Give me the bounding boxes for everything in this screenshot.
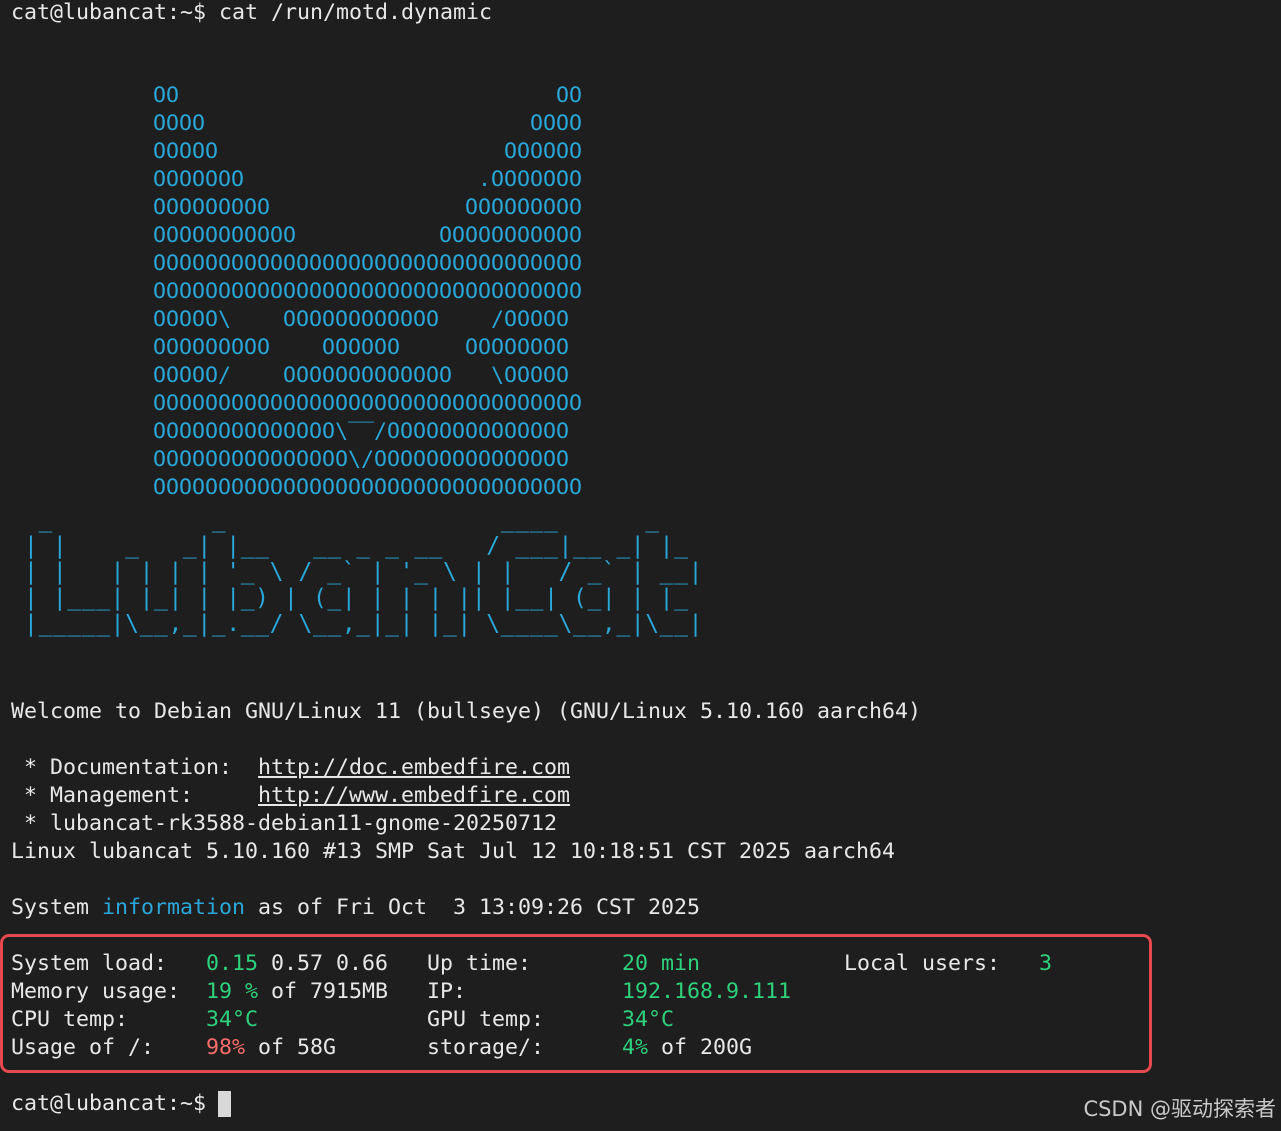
memory-usage-label: Memory usage: (11, 979, 181, 1004)
documentation-label: * Documentation: (11, 755, 259, 780)
sysinfo-header-highlight: information (102, 895, 246, 920)
final-prompt-line[interactable]: cat@lubancat:~$ (11, 1090, 206, 1118)
ip-label: IP: (427, 979, 467, 1004)
storage-value: 4% of 200G (622, 1034, 752, 1062)
disk-usage-percent: 98% (206, 1035, 246, 1060)
gpu-temp-label: GPU temp: (427, 1007, 545, 1032)
disk-usage-value: 98% of 58G (206, 1034, 336, 1062)
system-load-value: 0.15 0.57 0.66 (206, 950, 388, 978)
csdn-watermark: CSDN @驱动探索者 (1083, 1097, 1276, 1121)
disk-usage-label: Usage of /: (11, 1035, 155, 1060)
memory-usage-percent: 19 % (206, 979, 259, 1004)
system-load-1min: 0.15 (206, 951, 259, 976)
image-version-line: * lubancat-rk3588-debian11-gnome-2025071… (11, 811, 558, 836)
management-line: * Management: http://www.embedfire.com (11, 782, 570, 810)
gpu-temp-value: 34°C (622, 1007, 675, 1032)
cpu-temp-value: 34°C (206, 1007, 259, 1032)
welcome-line: Welcome to Debian GNU/Linux 11 (bullseye… (11, 699, 922, 724)
storage-total: of 200G (648, 1035, 753, 1060)
storage-percent: 4% (622, 1035, 649, 1060)
system-load-rest: 0.57 0.66 (258, 951, 389, 976)
local-users-label: Local users: (844, 951, 1001, 976)
final-shell-prompt: cat@lubancat:~$ (11, 1091, 207, 1116)
sysinfo-header: System information as of Fri Oct 3 13:09… (11, 894, 700, 922)
documentation-line: * Documentation: http://doc.embedfire.co… (11, 754, 570, 782)
disk-usage-total: of 58G (245, 1035, 337, 1060)
cpu-temp-label: CPU temp: (11, 1007, 129, 1032)
ascii-cat-art: OO OO OOOO OOOO OOOOO OOOOOO OOOOOOO .OO… (153, 83, 583, 500)
uptime-value: 20 min (622, 951, 701, 976)
terminal-window[interactable]: cat@lubancat:~$ cat /run/motd.dynamic OO… (0, 0, 1281, 1131)
kernel-line: Linux lubancat 5.10.160 #13 SMP Sat Jul … (11, 839, 896, 864)
storage-label: storage/: (427, 1035, 545, 1060)
uptime-label: Up time: (427, 951, 532, 976)
memory-usage-value: 19 % of 7915MB (206, 978, 388, 1006)
ascii-lubancat-logo: _ _ ____ _ | | _ _| |__ __ _ _ __ / ___|… (24, 507, 704, 637)
management-link[interactable]: http://www.embedfire.com (258, 783, 570, 808)
system-load-label: System load: (11, 951, 168, 976)
management-label: * Management: (11, 783, 259, 808)
sysinfo-header-suffix: as of Fri Oct 3 13:09:26 CST 2025 (245, 895, 701, 920)
command-text: cat /run/motd.dynamic (206, 0, 493, 25)
command-line: cat@lubancat:~$ cat /run/motd.dynamic (11, 0, 492, 27)
local-users-value: 3 (1039, 951, 1053, 976)
documentation-link[interactable]: http://doc.embedfire.com (258, 755, 570, 780)
memory-usage-total: of 7915MB (258, 979, 389, 1004)
shell-prompt: cat@lubancat:~$ (11, 0, 207, 25)
ip-value: 192.168.9.111 (622, 979, 792, 1004)
sysinfo-header-prefix: System (11, 895, 103, 920)
text-cursor (218, 1091, 231, 1117)
